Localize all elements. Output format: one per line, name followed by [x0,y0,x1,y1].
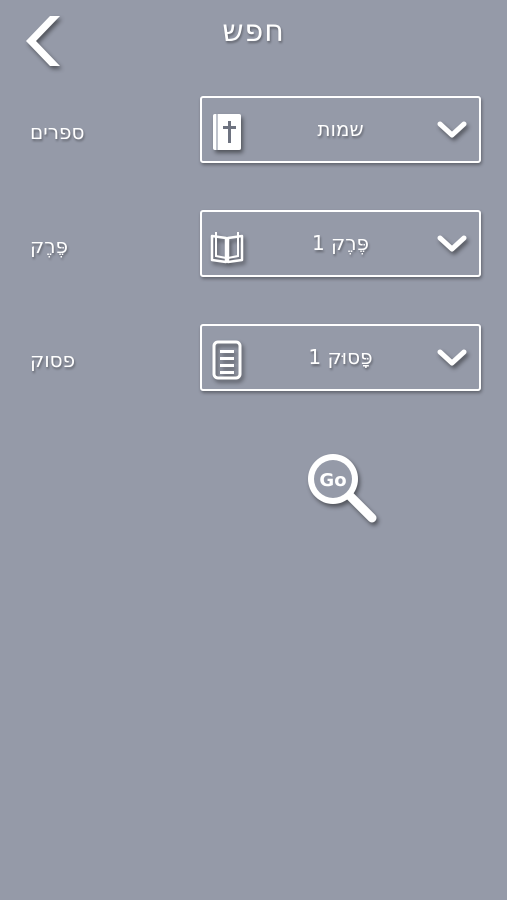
chevron-down-icon [437,235,467,252]
chapter-label: פֶּרֶק [30,234,68,258]
book-select-value: שמות [317,117,364,141]
books-label: ספרים [30,120,85,144]
chapter-select[interactable]: פֶּרֶק 1 [200,210,481,277]
chapter-select-value: פֶּרֶק 1 [311,231,370,255]
verse-select-value: פָּסוּק 1 [308,345,373,369]
chevron-down-icon [437,121,467,138]
chevron-down-icon [437,349,467,366]
bible-book-icon [213,114,241,150]
document-icon [212,340,242,380]
verse-label: פסוק [30,348,76,372]
book-select[interactable]: שמות [200,96,481,163]
go-label: Go [319,470,346,491]
open-book-icon [210,232,244,264]
page-title: חפש [222,14,285,49]
verse-select[interactable]: פָּסוּק 1 [200,324,481,391]
magnifier-icon: Go [308,454,377,523]
go-search-button[interactable]: Go [302,448,382,528]
